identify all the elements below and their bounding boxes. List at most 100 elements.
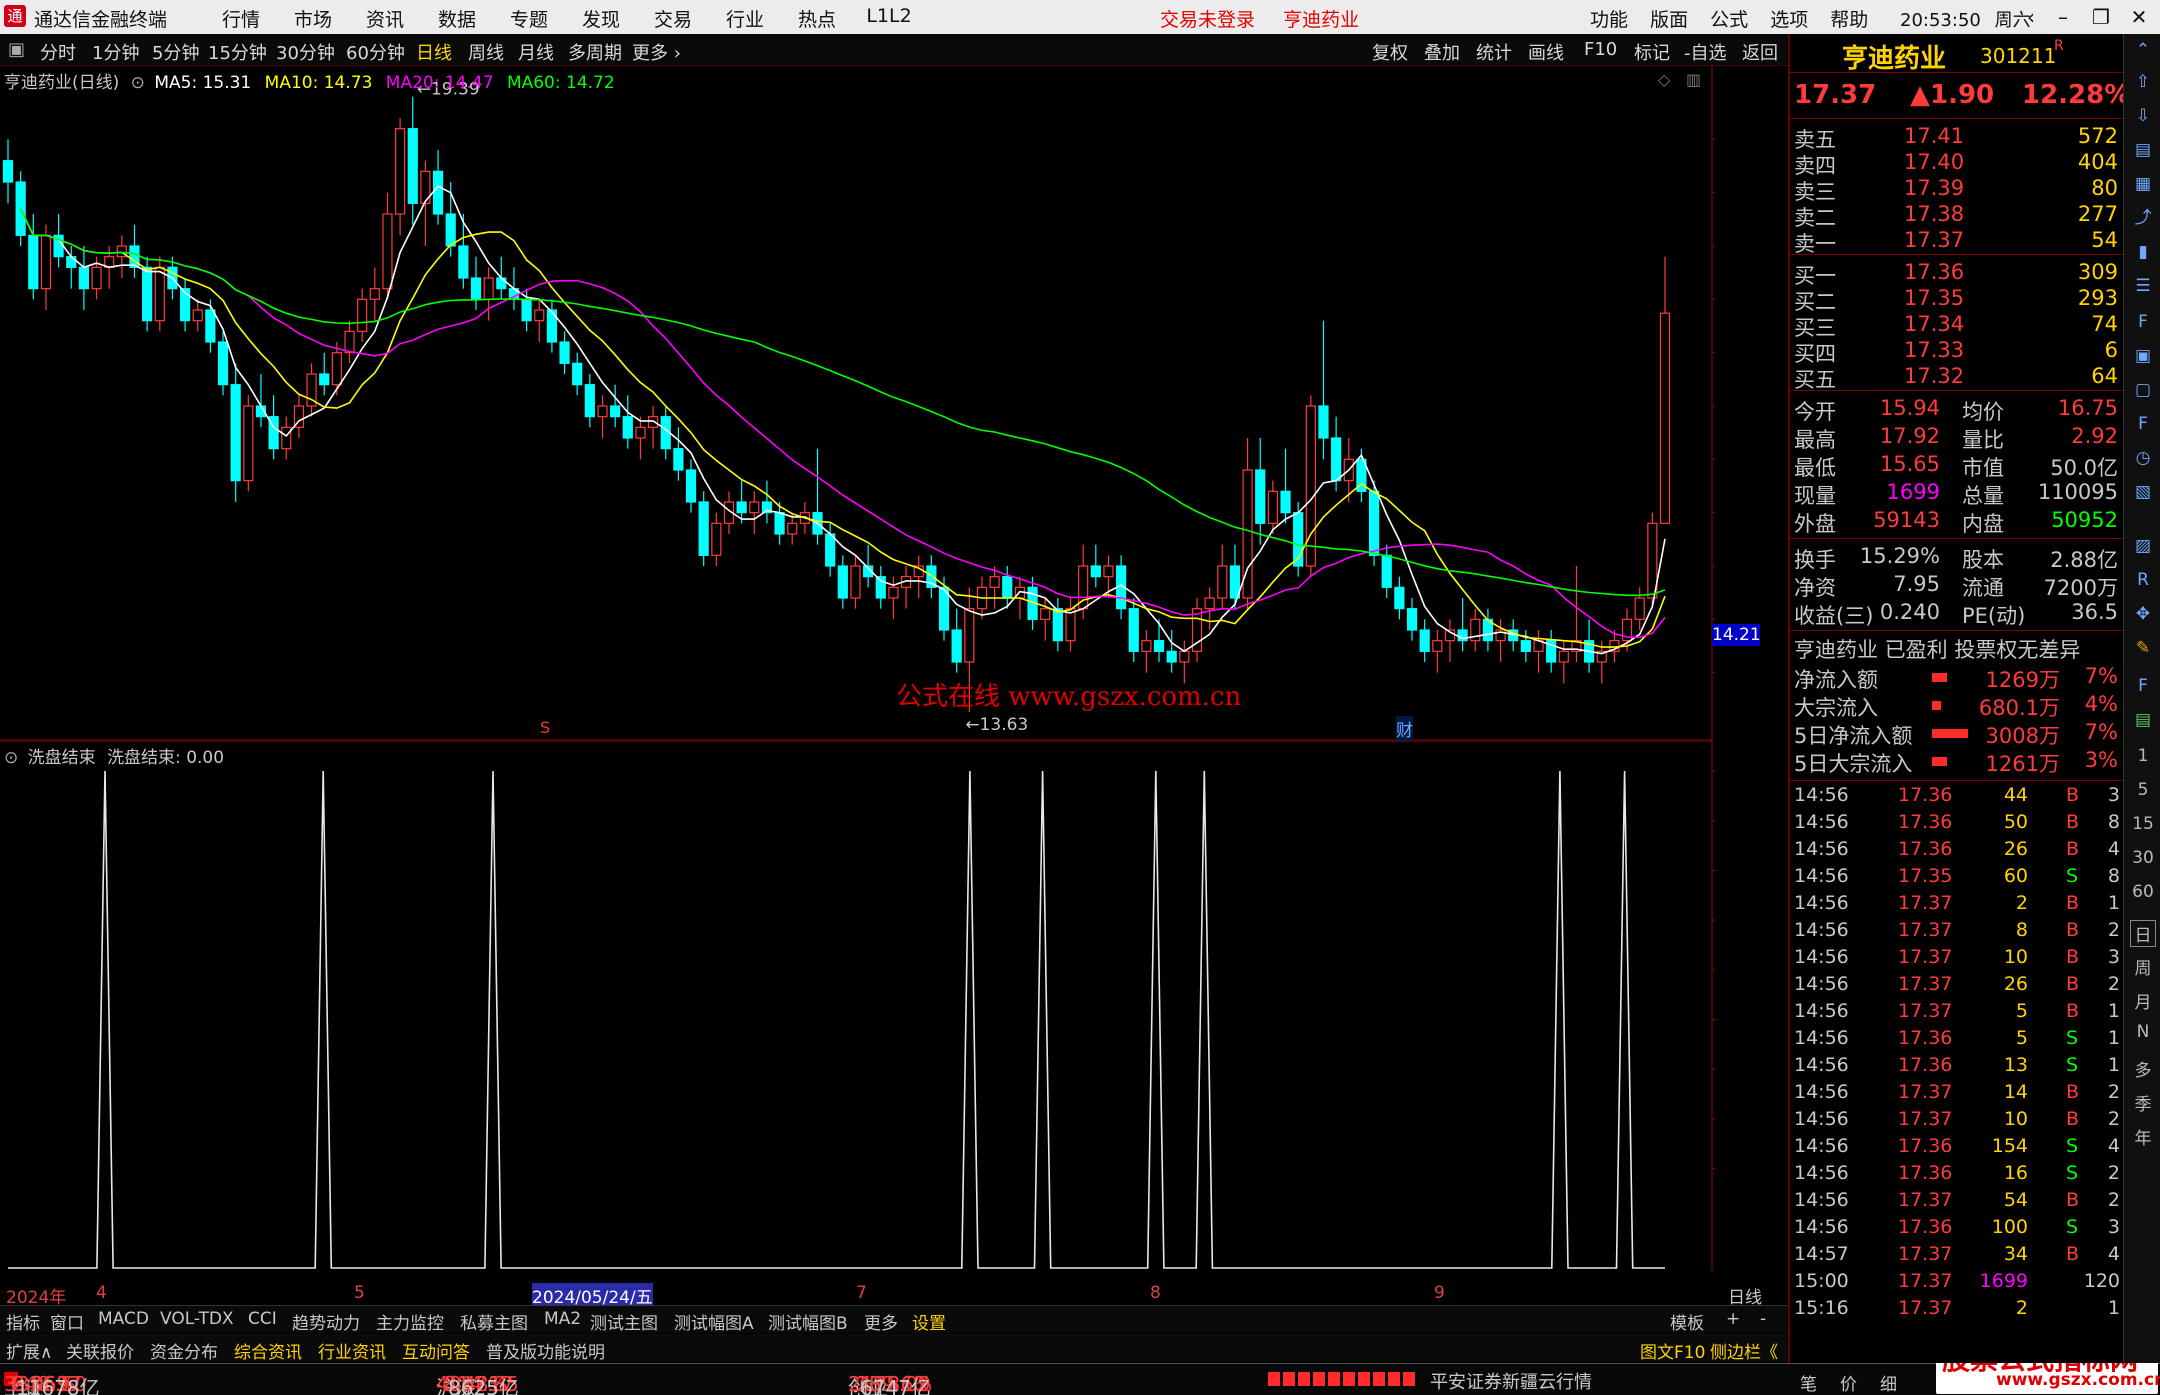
tab-more[interactable]: 更多 bbox=[864, 1309, 898, 1334]
tab-macd[interactable]: MACD bbox=[98, 1309, 149, 1329]
menu-item-redian[interactable]: 热点 bbox=[781, 5, 853, 32]
tab-ceshi-main[interactable]: 测试主图 bbox=[590, 1309, 658, 1334]
back-arrow-icon[interactable]: ‹ bbox=[2016, 3, 2046, 31]
restore-icon[interactable]: ❐ bbox=[2086, 3, 2116, 31]
indicator-svg[interactable]: 1.000.900.800.700.600.500.400.300.20 bbox=[0, 741, 1715, 1271]
tab-zhuli[interactable]: 主力监控 bbox=[376, 1309, 444, 1334]
tool-biaoji[interactable]: 标记 bbox=[1634, 39, 1670, 65]
menu-item-zixun[interactable]: 资讯 bbox=[349, 5, 421, 32]
diamond-icon[interactable]: ◇ bbox=[1658, 70, 1670, 89]
table-icon[interactable]: ▣ bbox=[2130, 344, 2156, 368]
f10-icon[interactable]: F bbox=[2130, 310, 2156, 334]
period-60min[interactable]: 60分钟 bbox=[346, 39, 405, 65]
settings-icon[interactable]: ⊙ bbox=[131, 73, 145, 93]
period-1min[interactable]: 1分钟 bbox=[92, 39, 139, 65]
tab-ceshi-a[interactable]: 测试幅图A bbox=[674, 1309, 754, 1334]
period-year[interactable]: 年 bbox=[2130, 1124, 2156, 1149]
period-5[interactable]: 5 bbox=[2130, 780, 2156, 800]
down-arrow-icon[interactable]: ⇩ bbox=[2130, 104, 2156, 128]
tab-qushi[interactable]: 趋势动力 bbox=[292, 1309, 360, 1334]
period-monthly[interactable]: 月线 bbox=[518, 39, 554, 65]
tab-guanlian[interactable]: 关联报价 bbox=[66, 1338, 134, 1363]
bid-row[interactable]: 买一 17.36 309 bbox=[1794, 260, 2120, 288]
period-15min[interactable]: 15分钟 bbox=[208, 39, 267, 65]
image-icon[interactable]: ▧ bbox=[2130, 480, 2156, 504]
period-weekly[interactable]: 周线 bbox=[468, 39, 504, 65]
ask-row[interactable]: 卖五 17.41 572 bbox=[1794, 124, 2120, 152]
f2-icon[interactable]: F bbox=[2130, 412, 2156, 436]
tab-sidebar[interactable]: 侧边栏《 bbox=[1710, 1338, 1778, 1363]
tab-vol-tdx[interactable]: VOL-TDX bbox=[160, 1309, 234, 1329]
period-60[interactable]: 60 bbox=[2130, 882, 2156, 902]
menu-item-zhuanti[interactable]: 专题 bbox=[493, 5, 565, 32]
menu-item-hangye[interactable]: 行业 bbox=[709, 5, 781, 32]
close-icon[interactable]: ✕ bbox=[2124, 3, 2154, 31]
pencil-icon[interactable]: ✎ bbox=[2130, 636, 2156, 660]
tab-settings[interactable]: 设置 bbox=[912, 1309, 946, 1334]
period-fenshi[interactable]: 分时 bbox=[40, 39, 76, 65]
tab-remove[interactable]: - bbox=[1760, 1309, 1766, 1329]
menu-banmian[interactable]: 版面 bbox=[1650, 9, 1688, 31]
indicator-settings-icon[interactable]: ⊙ bbox=[4, 748, 18, 768]
rsi-icon[interactable]: R bbox=[2130, 568, 2156, 592]
move-icon[interactable]: ✥ bbox=[2130, 602, 2156, 626]
tab-zonghe[interactable]: 综合资讯 bbox=[234, 1338, 302, 1363]
tab-hangye[interactable]: 行业资讯 bbox=[318, 1338, 386, 1363]
tool-zixuan[interactable]: -自选 bbox=[1684, 39, 1727, 65]
tab-puji[interactable]: 普及版功能说明 bbox=[486, 1338, 605, 1363]
tab-simu[interactable]: 私募主图 bbox=[460, 1309, 528, 1334]
menu-item-jiaoyi[interactable]: 交易 bbox=[637, 5, 709, 32]
menu-xuanxiang[interactable]: 选项 bbox=[1770, 9, 1808, 31]
period-30[interactable]: 30 bbox=[2130, 848, 2156, 868]
collapse-icon[interactable]: ⌃ bbox=[2130, 38, 2156, 62]
tab-hudong[interactable]: 互动问答 bbox=[402, 1338, 470, 1363]
f5-icon[interactable]: F bbox=[2130, 674, 2156, 698]
tool-fanhui[interactable]: 返回 bbox=[1742, 39, 1778, 65]
candle-icon[interactable]: ▮ bbox=[2130, 240, 2156, 264]
trade-login-status[interactable]: 交易未登录 bbox=[1160, 9, 1255, 31]
tab-zhibiao[interactable]: 指标 bbox=[6, 1309, 40, 1334]
layout-icon[interactable]: ▥ bbox=[1686, 70, 1701, 89]
menu-item-shichang[interactable]: 市场 bbox=[277, 5, 349, 32]
picture-icon[interactable]: ▨ bbox=[2130, 534, 2156, 558]
period-5min[interactable]: 5分钟 bbox=[152, 39, 199, 65]
clock-icon[interactable]: ◷ bbox=[2130, 446, 2156, 470]
bottom-tab-jia[interactable]: 价 bbox=[1840, 1370, 1857, 1395]
bid-row[interactable]: 买三 17.34 74 bbox=[1794, 312, 2120, 340]
period-more[interactable]: 更多 › bbox=[632, 39, 681, 65]
bottom-tab-bi[interactable]: 笔 bbox=[1800, 1370, 1817, 1395]
tab-zijin[interactable]: 资金分布 bbox=[150, 1338, 218, 1363]
grid-icon[interactable]: ▦ bbox=[2130, 172, 2156, 196]
period-n[interactable]: N bbox=[2130, 1022, 2156, 1042]
tab-ceshi-b[interactable]: 测试幅图B bbox=[768, 1309, 848, 1334]
chart-icon[interactable]: ▤ bbox=[2130, 138, 2156, 162]
tab-add[interactable]: + bbox=[1726, 1309, 1740, 1329]
period-month[interactable]: 月 bbox=[2130, 988, 2156, 1013]
list-icon[interactable]: ☰ bbox=[2130, 274, 2156, 298]
menu-item-l1l2[interactable]: L1L2 bbox=[853, 5, 925, 32]
period-day[interactable]: 日 bbox=[2130, 920, 2156, 947]
period-week[interactable]: 周 bbox=[2130, 954, 2156, 979]
menu-gongneng[interactable]: 功能 bbox=[1590, 9, 1628, 31]
bid-row[interactable]: 买四 17.33 6 bbox=[1794, 338, 2120, 366]
menu-bangzhu[interactable]: 帮助 bbox=[1830, 9, 1868, 31]
layout-green-icon[interactable]: ▤ bbox=[2130, 708, 2156, 732]
tab-expand[interactable]: 扩展∧ bbox=[6, 1338, 52, 1363]
ask-row[interactable]: 卖一 17.37 54 bbox=[1794, 228, 2120, 256]
period-1[interactable]: 1 bbox=[2130, 746, 2156, 766]
bid-row[interactable]: 买五 17.32 64 bbox=[1794, 364, 2120, 392]
menu-item-hangqing[interactable]: 行情 bbox=[205, 5, 277, 32]
period-30min[interactable]: 30分钟 bbox=[276, 39, 335, 65]
menu-gongshi[interactable]: 公式 bbox=[1710, 9, 1748, 31]
tab-cci[interactable]: CCI bbox=[248, 1309, 277, 1329]
period-daily[interactable]: 日线 bbox=[416, 39, 452, 65]
menu-item-faxian[interactable]: 发现 bbox=[565, 5, 637, 32]
bid-row[interactable]: 买二 17.35 293 bbox=[1794, 286, 2120, 314]
ask-row[interactable]: 卖四 17.40 404 bbox=[1794, 150, 2120, 178]
up-arrow-icon[interactable]: ⇧ bbox=[2130, 70, 2156, 94]
tab-template[interactable]: 模板 bbox=[1670, 1309, 1704, 1334]
tab-chuangkou[interactable]: 窗口 bbox=[50, 1309, 84, 1334]
tool-tongji[interactable]: 统计 bbox=[1476, 39, 1512, 65]
tab-ma2[interactable]: MA2 bbox=[544, 1309, 581, 1329]
minimize-icon[interactable]: – bbox=[2048, 3, 2078, 31]
